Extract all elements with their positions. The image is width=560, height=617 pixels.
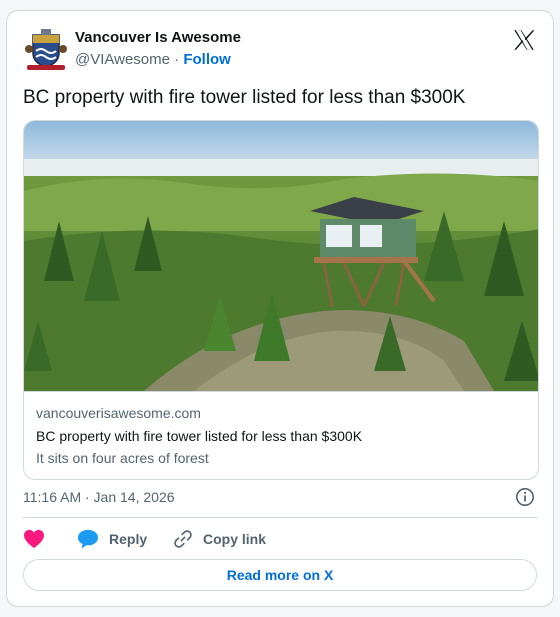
tweet-header: Vancouver Is Awesome @VIAwesome · Follow <box>23 27 537 71</box>
divider <box>23 517 537 518</box>
link-icon <box>174 530 192 548</box>
tweet-text: BC property with fire tower listed for l… <box>23 87 466 108</box>
author-name[interactable]: Vancouver Is Awesome <box>75 29 241 46</box>
author-handle[interactable]: @VIAwesome <box>75 51 170 68</box>
follow-button[interactable]: Follow <box>183 51 231 68</box>
tweet-actions: Reply Copy link <box>23 527 543 551</box>
link-preview-info[interactable]: vancouverisawesome.com BC property with … <box>24 391 538 479</box>
separator-dot: · <box>174 51 180 68</box>
read-more-button[interactable]: Read more on X <box>23 559 537 591</box>
copy-link-button[interactable]: Copy link <box>173 527 266 551</box>
link-preview-card[interactable]: vancouverisawesome.com BC property with … <box>23 120 539 480</box>
link-title: BC property with fire tower listed for l… <box>36 428 363 444</box>
reply-button[interactable]: Reply <box>77 527 147 551</box>
forest-fire-tower-photo[interactable] <box>24 121 539 391</box>
copy-link-label: Copy link <box>203 531 267 547</box>
tweet-timestamp[interactable]: 11:16 AM · Jan 14, 2026 <box>23 489 175 505</box>
city-crest-logo[interactable] <box>23 27 69 71</box>
heart-icon <box>24 529 44 549</box>
tweet-embed-card: Vancouver Is Awesome @VIAwesome · Follow… <box>6 10 554 607</box>
like-button[interactable] <box>23 527 55 551</box>
reply-bubble-icon <box>78 529 98 549</box>
x-logo-icon[interactable] <box>511 27 537 53</box>
link-domain: vancouverisawesome.com <box>36 405 201 421</box>
info-icon[interactable] <box>515 487 535 507</box>
author-handle-row: @VIAwesome · Follow <box>75 51 231 68</box>
link-description: It sits on four acres of forest <box>36 450 209 466</box>
reply-label: Reply <box>109 531 148 547</box>
